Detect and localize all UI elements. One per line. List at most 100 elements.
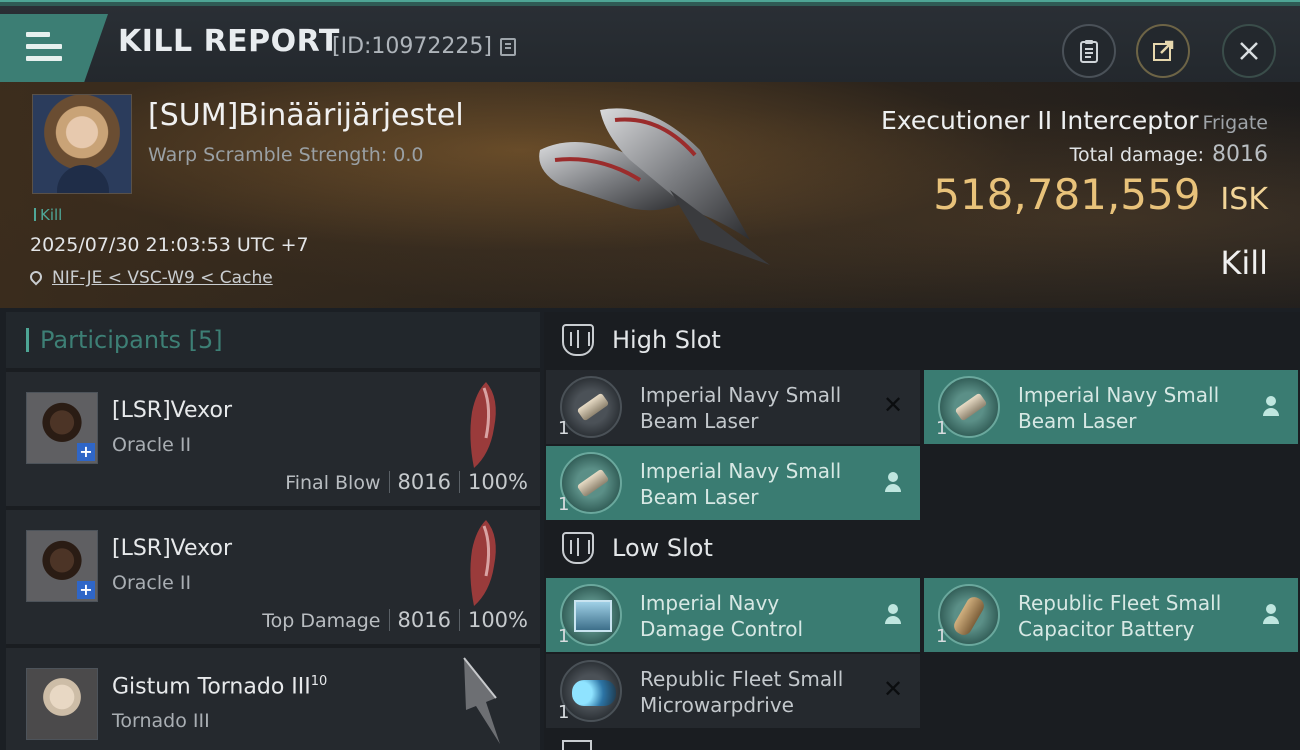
participant-role: Final Blow	[285, 472, 381, 494]
low-slot-header: Low Slot	[544, 520, 1300, 578]
module-item[interactable]: 1 Imperial Navy Small Beam Laser ✕	[546, 370, 920, 444]
module-item[interactable]: 1 Imperial Navy Small Beam Laser	[924, 370, 1298, 444]
hamburger-menu-icon	[26, 32, 62, 62]
participants-panel: Participants [5] + [LSR]Vexor Oracle II …	[6, 312, 540, 750]
participant-name-text: Gistum Tornado III	[112, 674, 311, 700]
victim-name[interactable]: [SUM]Binäärijärjestel	[148, 98, 464, 133]
module-name-line1: Imperial Navy Small	[640, 383, 842, 407]
participants-title: Participants [5]	[40, 326, 223, 354]
module-quantity: 1	[558, 702, 570, 723]
participant-avatar[interactable]	[26, 668, 98, 740]
location-link[interactable]: NIF-JE < VSC-W9 < Cache	[52, 268, 273, 288]
add-contact-icon[interactable]: +	[77, 443, 95, 461]
participant-row[interactable]: Gistum Tornado III10 Tornado III	[6, 648, 540, 750]
module-name-line2: Damage Control	[640, 617, 804, 641]
participants-count: [5]	[188, 326, 223, 354]
module-quantity: 1	[558, 418, 570, 439]
oracle-ship-icon	[470, 382, 496, 468]
clipboard-icon	[1080, 40, 1098, 63]
module-name-line2: Microwarpdrive	[640, 693, 794, 717]
participant-role: Top Damage	[262, 610, 381, 632]
module-quantity: 1	[936, 418, 948, 439]
participant-name: Gistum Tornado III10	[112, 674, 327, 699]
next-slot-icon	[562, 740, 592, 750]
participant-row[interactable]: + [LSR]Vexor Oracle II Final Blow 8016 100…	[6, 372, 540, 506]
share-external-icon	[1153, 40, 1174, 61]
victim-banner: [SUM]Binäärijärjestel Warp Scramble Stre…	[0, 82, 1300, 308]
dropped-person-icon	[882, 602, 904, 626]
high-slot-header: High Slot	[544, 312, 1300, 370]
report-id: [ID:10972225]	[332, 34, 492, 59]
low-slot-icon	[562, 532, 594, 564]
dropped-person-icon	[882, 470, 904, 494]
isk-amount: 518,781,559	[933, 170, 1201, 219]
clipboard-button[interactable]	[1062, 24, 1116, 78]
kill-tag: Kill	[34, 206, 62, 224]
total-damage-label: Total damage:	[1069, 144, 1204, 166]
participants-title-text: Participants	[40, 326, 181, 354]
participant-percent: 100%	[467, 470, 528, 494]
victim-ship-name[interactable]: Executioner II Interceptor Frigate	[881, 106, 1268, 135]
participant-percent: 100%	[467, 608, 528, 632]
header-bar: KILL REPORT [ID:10972225]	[0, 6, 1300, 82]
kill-result: Kill	[1220, 244, 1268, 282]
module-name: Imperial Navy Damage Control	[640, 590, 870, 642]
oracle-ship-icon	[470, 520, 496, 606]
module-name-line1: Republic Fleet Small	[640, 667, 844, 691]
close-icon	[1240, 42, 1258, 60]
victim-avatar[interactable]	[32, 94, 132, 194]
dropped-person-icon	[1260, 394, 1282, 418]
module-item[interactable]: 1 Imperial Navy Damage Control	[546, 578, 920, 652]
total-damage-value: 8016	[1212, 142, 1268, 167]
module-quantity: 1	[558, 494, 570, 515]
participant-ship: Tornado III	[112, 710, 210, 732]
module-name: Republic Fleet Small Capacitor Battery	[1018, 590, 1248, 642]
copy-icon[interactable]	[500, 38, 516, 56]
participant-ship: Oracle II	[112, 572, 192, 594]
participants-accent	[26, 328, 29, 352]
participant-ship: Oracle II	[112, 434, 192, 456]
share-button[interactable]	[1136, 24, 1190, 78]
kill-location[interactable]: NIF-JE < VSC-W9 < Cache	[27, 268, 273, 288]
participant-row[interactable]: + [LSR]Vexor Oracle II Top Damage 8016 100…	[6, 510, 540, 644]
participant-avatar[interactable]: +	[26, 392, 98, 464]
warp-scramble-strength: Warp Scramble Strength: 0.0	[148, 144, 424, 166]
add-contact-icon[interactable]: +	[77, 581, 95, 599]
module-name-line1: Imperial Navy Small	[1018, 383, 1220, 407]
isk-unit: ISK	[1220, 182, 1268, 217]
participants-header: Participants [5]	[6, 312, 540, 368]
location-pin-icon	[27, 268, 45, 286]
isk-value: 518,781,559 ISK	[933, 170, 1268, 219]
destroyed-icon: ✕	[882, 391, 904, 419]
participant-damage: 8016	[397, 608, 451, 632]
ship-name-text: Executioner II Interceptor	[881, 106, 1199, 135]
total-damage: Total damage: 8016	[1070, 142, 1268, 167]
high-slot-label: High Slot	[612, 326, 721, 354]
fitting-panel: High Slot 1 Imperial Navy Small Beam Lase…	[544, 312, 1300, 750]
menu-button[interactable]	[0, 14, 108, 82]
module-quantity: 1	[558, 626, 570, 647]
module-quantity: 1	[936, 626, 948, 647]
module-name: Imperial Navy Small Beam Laser	[1018, 382, 1248, 434]
participant-avatar[interactable]: +	[26, 530, 98, 602]
module-item[interactable]: 1 Republic Fleet Small Microwarpdrive ✕	[546, 654, 920, 728]
module-name-line1: Imperial Navy Small	[640, 459, 842, 483]
module-name-line2: Beam Laser	[640, 409, 759, 433]
participant-stats: Top Damage 8016 100%	[262, 608, 528, 632]
close-button[interactable]	[1222, 24, 1276, 78]
participant-stats: Final Blow 8016 100%	[285, 470, 528, 494]
participant-level: 10	[310, 674, 328, 689]
participant-damage: 8016	[397, 470, 451, 494]
participant-name: [LSR]Vexor	[112, 536, 233, 561]
page-title: KILL REPORT	[118, 24, 340, 59]
participant-name: [LSR]Vexor	[112, 398, 233, 423]
module-name: Imperial Navy Small Beam Laser	[640, 382, 870, 434]
module-item[interactable]: 1 Imperial Navy Small Beam Laser	[546, 446, 920, 520]
module-name-line1: Republic Fleet Small	[1018, 591, 1222, 615]
module-name-line2: Beam Laser	[1018, 409, 1137, 433]
destroyed-icon: ✕	[882, 675, 904, 703]
module-name: Imperial Navy Small Beam Laser	[640, 458, 870, 510]
module-item[interactable]: 1 Republic Fleet Small Capacitor Battery	[924, 578, 1298, 652]
module-name: Republic Fleet Small Microwarpdrive	[640, 666, 870, 718]
module-name-line2: Beam Laser	[640, 485, 759, 509]
